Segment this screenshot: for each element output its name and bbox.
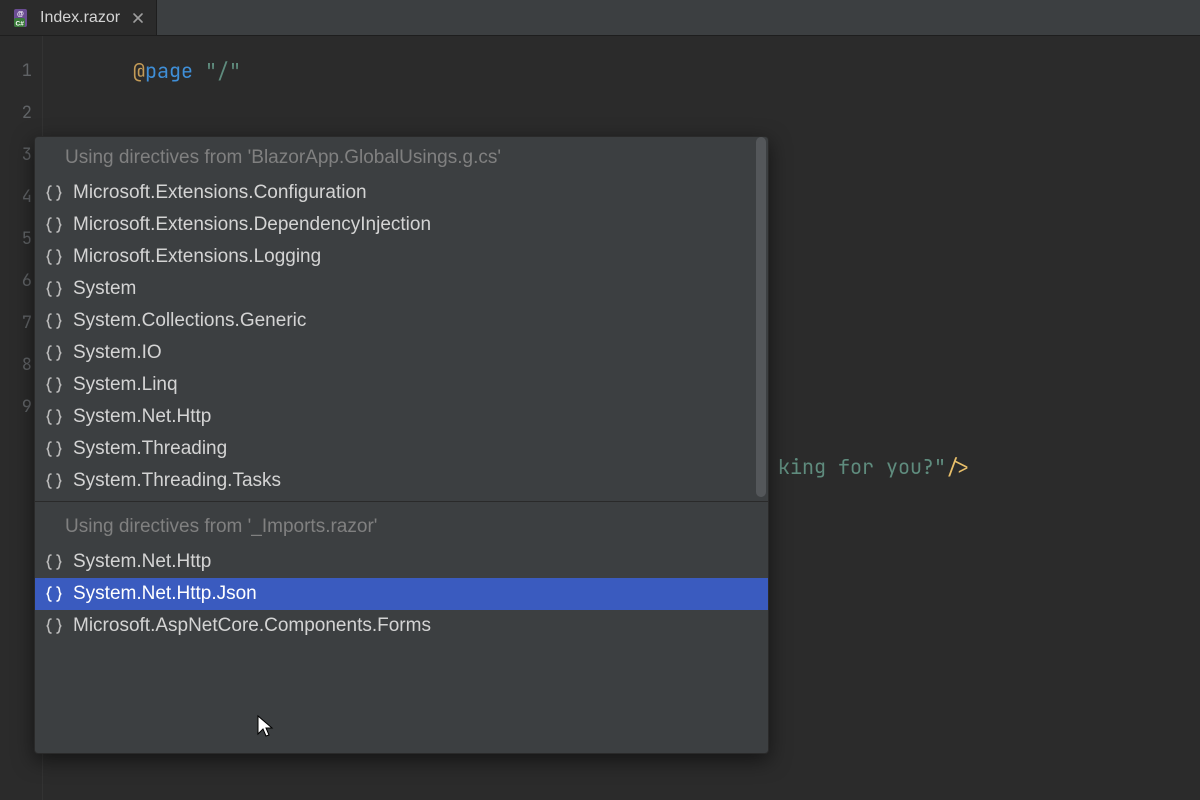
namespace-icon — [45, 553, 63, 571]
line-number: 8 — [0, 344, 32, 386]
popup-item-label: System.Net.Http — [73, 406, 211, 428]
namespace-icon — [45, 376, 63, 394]
popup-item[interactable]: System.Linq — [35, 369, 768, 401]
popup-item-label: System.Collections.Generic — [73, 310, 306, 332]
popup-item[interactable]: System.Net.Http.Json — [35, 578, 768, 610]
popup-item-label: System.Threading.Tasks — [73, 470, 281, 492]
popup-item-label: System.Net.Http — [73, 551, 211, 573]
popup-item[interactable]: Microsoft.Extensions.DependencyInjection — [35, 209, 768, 241]
scrollbar-thumb[interactable] — [756, 137, 766, 497]
namespace-icon — [45, 312, 63, 330]
namespace-icon — [45, 585, 63, 603]
line-number: 7 — [0, 302, 32, 344]
tab-bar: @ C# Index.razor — [0, 0, 1200, 36]
popup-item-label: System.Net.Http.Json — [73, 583, 257, 605]
namespace-icon — [45, 440, 63, 458]
popup-item[interactable]: System.Net.Http — [35, 401, 768, 433]
namespace-icon — [45, 216, 63, 234]
namespace-icon — [45, 280, 63, 298]
namespace-icon — [45, 344, 63, 362]
popup-section-header: Using directives from 'BlazorApp.GlobalU… — [35, 137, 768, 177]
line-number: 2 — [0, 92, 32, 134]
popup-item[interactable]: Microsoft.Extensions.Logging — [35, 241, 768, 273]
popup-section-header: Using directives from '_Imports.razor' — [35, 506, 768, 546]
tab-filename: Index.razor — [40, 9, 120, 27]
using-directives-popup: Using directives from 'BlazorApp.GlobalU… — [34, 136, 769, 754]
popup-item[interactable]: Microsoft.Extensions.Configuration — [35, 177, 768, 209]
separator — [35, 501, 768, 502]
scrollbar[interactable] — [754, 137, 768, 753]
popup-item[interactable]: System.IO — [35, 337, 768, 369]
popup-item[interactable]: System.Threading.Tasks — [35, 465, 768, 497]
popup-item[interactable]: System.Collections.Generic — [35, 305, 768, 337]
file-tab[interactable]: @ C# Index.razor — [0, 0, 157, 35]
popup-item-label: System.Linq — [73, 374, 178, 396]
namespace-icon — [45, 472, 63, 490]
popup-item[interactable]: Microsoft.AspNetCore.Components.Forms — [35, 610, 768, 642]
code-fragment: king for you?"/> — [778, 454, 970, 480]
popup-item-label: Microsoft.AspNetCore.Components.Forms — [73, 615, 431, 637]
editor-area: 1 2 3 4 5 6 7 8 9 @page "/" king for you… — [0, 36, 1200, 800]
svg-text:@: @ — [17, 11, 24, 18]
svg-text:C#: C# — [16, 20, 25, 27]
popup-item-label: Microsoft.Extensions.DependencyInjection — [73, 214, 431, 236]
namespace-icon — [45, 248, 63, 266]
line-number: 4 — [0, 176, 32, 218]
namespace-icon — [45, 408, 63, 426]
line-number: 3 — [0, 134, 32, 176]
close-icon[interactable] — [132, 12, 144, 24]
code-line: @page "/" — [133, 50, 1200, 92]
namespace-icon — [45, 617, 63, 635]
popup-item-label: System.Threading — [73, 438, 227, 460]
line-number: 1 — [0, 50, 32, 92]
line-number: 5 — [0, 218, 32, 260]
csharp-file-icon: @ C# — [12, 8, 32, 28]
line-number: 9 — [0, 386, 32, 428]
popup-item-label: System.IO — [73, 342, 162, 364]
popup-item[interactable]: System — [35, 273, 768, 305]
popup-item-label: Microsoft.Extensions.Logging — [73, 246, 321, 268]
popup-item[interactable]: System.Net.Http — [35, 546, 768, 578]
popup-item-label: System — [73, 278, 136, 300]
line-number: 6 — [0, 260, 32, 302]
namespace-icon — [45, 184, 63, 202]
popup-item[interactable]: System.Threading — [35, 433, 768, 465]
popup-item-label: Microsoft.Extensions.Configuration — [73, 182, 367, 204]
